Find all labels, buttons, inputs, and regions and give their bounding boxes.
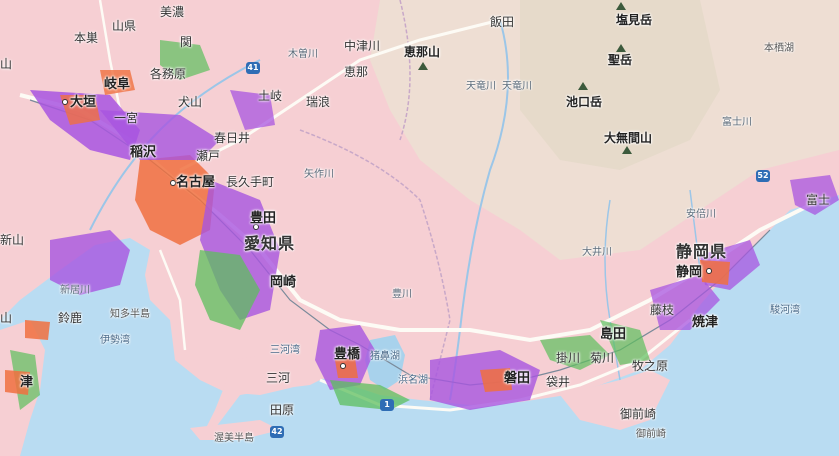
ogaki-dot — [62, 99, 68, 105]
label-ichinomiya: 一宮 — [114, 111, 139, 125]
label-nakatsugawa: 中津川 — [344, 39, 381, 53]
label-toyota: 豊田 — [250, 211, 277, 226]
label-tenryugawa-1: 天竜川 — [466, 81, 496, 92]
label-motosuko: 本栖湖 — [764, 43, 794, 54]
label-ikeguchidake: 池口岳 — [566, 95, 603, 109]
label-mizunami: 瑞浪 — [306, 95, 331, 109]
label-ogaki: 大垣 — [70, 95, 97, 110]
label-mikawako: 三河湾 — [270, 345, 300, 356]
label-hamachi: 新居川 — [60, 285, 90, 296]
label-abegawa: 安倍川 — [686, 209, 716, 220]
label-toyohashi: 豊橋 — [334, 347, 361, 362]
mountain-icon — [578, 82, 588, 90]
label-toki: 土岐 — [258, 89, 283, 103]
label-makinohara: 牧之原 — [632, 359, 669, 373]
label-atsumi: 渥美半島 — [214, 433, 254, 444]
label-ena: 恵那 — [344, 65, 369, 79]
label-shizuoka-pref: 静岡県 — [676, 242, 728, 261]
route-41-shield: 41 — [246, 62, 260, 74]
label-tsu: 津 — [20, 375, 34, 390]
label-suzuka: 鈴鹿 — [58, 311, 83, 325]
label-mino: 美濃 — [160, 5, 185, 19]
route-42-shield: 42 — [270, 426, 284, 438]
label-shimada: 島田 — [600, 327, 627, 342]
label-omaezaki: 御前崎 — [620, 407, 657, 421]
label-omaezaki-2: 御前崎 — [636, 429, 666, 440]
label-daimugenzan: 大無間山 — [604, 131, 653, 145]
label-gifu: 岐阜 — [104, 77, 131, 92]
label-isewan: 伊勢湾 — [100, 335, 130, 346]
mountain-icon — [616, 2, 626, 10]
label-inohanako: 猪鼻湖 — [370, 351, 400, 362]
label-enasan: 恵那山 — [404, 45, 441, 59]
label-kasugai: 春日井 — [214, 131, 251, 145]
label-tahara: 田原 — [270, 403, 295, 417]
label-fukuroi: 袋井 — [546, 375, 571, 389]
label-yahagigawa: 矢作川 — [304, 169, 334, 180]
label-seki: 関 — [180, 35, 193, 49]
label-fuji: 富士 — [806, 193, 831, 207]
mountain-icon — [616, 44, 626, 52]
label-yaizu: 焼津 — [692, 315, 719, 330]
label-iwata: 磐田 — [504, 371, 531, 386]
urban-orange-shizuoka — [700, 260, 730, 285]
label-kakamigahara: 各務原 — [150, 67, 187, 81]
label-aichi-pref: 愛知県 — [244, 234, 296, 253]
label-nagakute: 長久手町 — [226, 175, 275, 189]
label-seto: 瀬戸 — [196, 149, 221, 163]
label-fujieda: 藤枝 — [650, 303, 675, 317]
label-hijiridake: 聖岳 — [608, 53, 633, 67]
label-kakegawa: 掛川 — [556, 351, 581, 365]
route-52-shield: 52 — [756, 170, 770, 182]
label-shizuoka: 静岡 — [676, 265, 703, 280]
mountain-icon — [418, 62, 428, 70]
mountain-icon — [622, 146, 632, 154]
urban-orange-suzuka — [25, 320, 50, 340]
label-nagoya: 名古屋 — [176, 175, 216, 190]
label-mikawa: 三河 — [266, 371, 291, 385]
label-okazaki: 岡崎 — [270, 275, 297, 290]
label-shiomidake: 塩見岳 — [616, 13, 653, 27]
shizuoka-dot — [706, 268, 712, 274]
label-toyogawa: 豊川 — [392, 289, 412, 300]
route-1-shield: 1 — [380, 399, 394, 411]
label-gifu-left: 山 — [0, 311, 13, 325]
toyohashi-dot — [340, 363, 346, 369]
label-surugawan: 駿河湾 — [770, 305, 800, 316]
label-kikugawa: 菊川 — [590, 351, 615, 365]
label-inazawa: 稲沢 — [130, 145, 157, 160]
label-yamagata: 山県 — [112, 19, 137, 33]
label-hamanako: 浜名湖 — [398, 375, 428, 386]
label-tenryugawa-2: 天竜川 — [502, 81, 532, 92]
label-inuyama: 犬山 — [178, 95, 203, 109]
label-shin: 新山 — [0, 233, 25, 247]
label-iida: 飯田 — [490, 15, 515, 29]
map-view[interactable]: 41 1 42 52 美濃 山県 山 本巣 関 岐阜 各務原 大垣 一宮 犬山 … — [0, 0, 839, 456]
label-kisogawa: 木曽川 — [288, 49, 318, 60]
label-fujikawa: 富士川 — [722, 117, 752, 128]
label-motosu: 本巣 — [74, 31, 99, 45]
label-chita: 知多半島 — [110, 309, 150, 320]
label-yama-left: 山 — [0, 57, 13, 71]
label-oigawa: 大井川 — [582, 247, 612, 258]
